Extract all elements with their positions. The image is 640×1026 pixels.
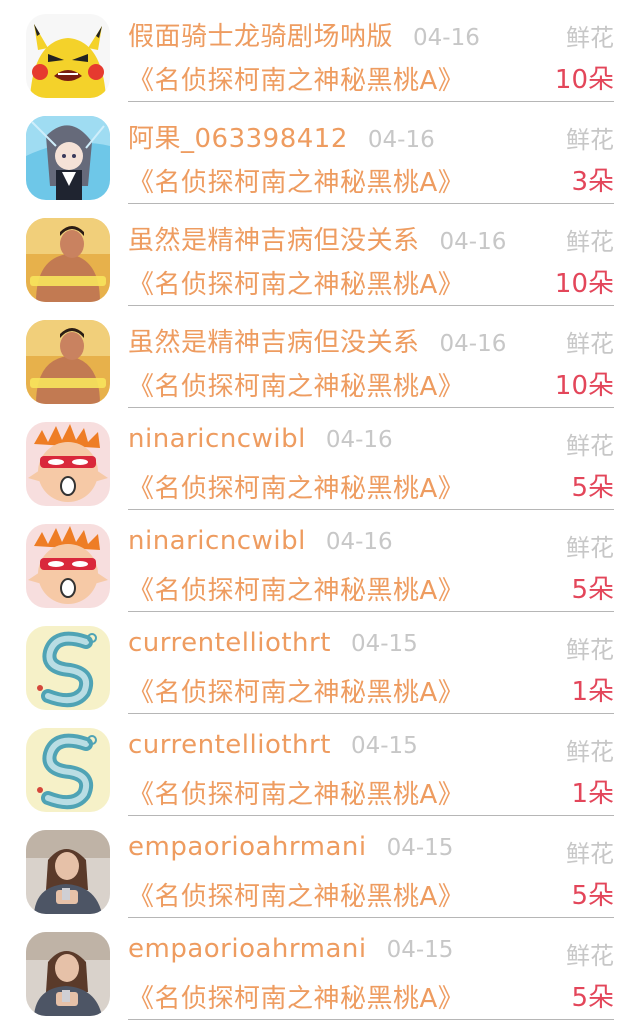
gift-type-label: 鲜花 — [566, 330, 614, 358]
work-title[interactable]: 《名侦探柯南之神秘黑桃A》 — [128, 774, 464, 811]
gift-date: 04-15 — [350, 631, 418, 657]
user-line: 虽然是精神吉病但没关系 04-16 — [128, 322, 506, 362]
woman-photo-avatar-icon[interactable] — [26, 830, 110, 914]
user-line: 虽然是精神吉病但没关系 04-16 — [128, 220, 506, 260]
row-divider — [128, 1019, 614, 1020]
user-name[interactable]: 阿果_063398412 — [128, 118, 348, 155]
user-name[interactable]: ninaricncwibl — [128, 526, 306, 556]
gift-date: 04-15 — [386, 835, 454, 861]
pikachu-avatar-icon[interactable] — [26, 14, 110, 98]
gift-date: 04-15 — [386, 937, 454, 963]
user-name[interactable]: currentelliothrt — [128, 628, 331, 658]
letter-s-avatar-icon[interactable] — [26, 626, 110, 710]
work-title[interactable]: 《名侦探柯南之神秘黑桃A》 — [128, 876, 464, 913]
gift-date: 04-16 — [413, 25, 480, 51]
gift-row[interactable]: 虽然是精神吉病但没关系 04-16 鲜花 《名侦探柯南之神秘黑桃A》 10朵 — [0, 204, 640, 306]
work-title[interactable]: 《名侦探柯南之神秘黑桃A》 — [128, 162, 464, 199]
gift-date: 04-15 — [350, 733, 418, 759]
work-title[interactable]: 《名侦探柯南之神秘黑桃A》 — [128, 366, 464, 403]
man-photo-avatar-icon[interactable] — [26, 320, 110, 404]
cartoon-face-avatar-icon[interactable] — [26, 422, 110, 506]
gift-count: 5朵 — [571, 473, 614, 503]
gift-date: 04-16 — [439, 229, 507, 255]
user-name[interactable]: 虽然是精神吉病但没关系 — [128, 322, 420, 359]
gift-row[interactable]: ninaricncwibl 04-16 鲜花 《名侦探柯南之神秘黑桃A》 5朵 — [0, 510, 640, 612]
gift-count: 10朵 — [554, 371, 614, 401]
gift-date: 04-16 — [439, 331, 507, 357]
work-title[interactable]: 《名侦探柯南之神秘黑桃A》 — [128, 978, 464, 1015]
work-title[interactable]: 《名侦探柯南之神秘黑桃A》 — [128, 60, 464, 97]
user-line: ninaricncwibl 04-16 — [128, 526, 393, 566]
woman-photo-avatar-icon[interactable] — [26, 932, 110, 1016]
gift-date: 04-16 — [325, 427, 393, 453]
gift-type-label: 鲜花 — [566, 636, 614, 664]
gift-row[interactable]: empaorioahrmani 04-15 鲜花 《名侦探柯南之神秘黑桃A》 5… — [0, 918, 640, 1020]
user-name[interactable]: currentelliothrt — [128, 730, 331, 760]
letter-s-avatar-icon[interactable] — [26, 728, 110, 812]
man-photo-avatar-icon[interactable] — [26, 218, 110, 302]
work-title[interactable]: 《名侦探柯南之神秘黑桃A》 — [128, 468, 464, 505]
gift-row[interactable]: empaorioahrmani 04-15 鲜花 《名侦探柯南之神秘黑桃A》 5… — [0, 816, 640, 918]
user-name[interactable]: 假面骑士龙骑剧场呐版 — [128, 16, 393, 53]
gift-count: 1朵 — [571, 677, 614, 707]
user-line: empaorioahrmani 04-15 — [128, 934, 453, 974]
gift-count: 1朵 — [571, 779, 614, 809]
gift-type-label: 鲜花 — [566, 126, 614, 154]
user-line: currentelliothrt 04-15 — [128, 628, 418, 668]
gift-row[interactable]: 虽然是精神吉病但没关系 04-16 鲜花 《名侦探柯南之神秘黑桃A》 10朵 — [0, 306, 640, 408]
user-name[interactable]: empaorioahrmani — [128, 934, 367, 964]
work-title[interactable]: 《名侦探柯南之神秘黑桃A》 — [128, 570, 464, 607]
flower-gift-list: 假面骑士龙骑剧场呐版 04-16 鲜花 《名侦探柯南之神秘黑桃A》 10朵 阿果… — [0, 0, 640, 1026]
user-line: ninaricncwibl 04-16 — [128, 424, 393, 464]
gift-type-label: 鲜花 — [566, 432, 614, 460]
anime-girl-avatar-icon[interactable] — [26, 116, 110, 200]
work-title[interactable]: 《名侦探柯南之神秘黑桃A》 — [128, 672, 464, 709]
gift-count: 5朵 — [571, 881, 614, 911]
gift-type-label: 鲜花 — [566, 840, 614, 868]
user-name[interactable]: empaorioahrmani — [128, 832, 367, 862]
gift-date: 04-16 — [367, 127, 435, 153]
gift-row[interactable]: 阿果_063398412 04-16 鲜花 《名侦探柯南之神秘黑桃A》 3朵 — [0, 102, 640, 204]
user-line: empaorioahrmani 04-15 — [128, 832, 453, 872]
gift-date: 04-16 — [325, 529, 393, 555]
gift-row[interactable]: currentelliothrt 04-15 鲜花 《名侦探柯南之神秘黑桃A》 … — [0, 612, 640, 714]
gift-count: 10朵 — [554, 269, 614, 299]
work-title[interactable]: 《名侦探柯南之神秘黑桃A》 — [128, 264, 464, 301]
user-line: currentelliothrt 04-15 — [128, 730, 418, 770]
gift-type-label: 鲜花 — [566, 24, 614, 52]
cartoon-face-avatar-icon[interactable] — [26, 524, 110, 608]
gift-type-label: 鲜花 — [566, 228, 614, 256]
gift-type-label: 鲜花 — [566, 738, 614, 766]
gift-row[interactable]: ninaricncwibl 04-16 鲜花 《名侦探柯南之神秘黑桃A》 5朵 — [0, 408, 640, 510]
user-name[interactable]: 虽然是精神吉病但没关系 — [128, 220, 420, 257]
gift-type-label: 鲜花 — [566, 534, 614, 562]
gift-row[interactable]: 假面骑士龙骑剧场呐版 04-16 鲜花 《名侦探柯南之神秘黑桃A》 10朵 — [0, 0, 640, 102]
gift-count: 3朵 — [571, 167, 614, 197]
gift-type-label: 鲜花 — [566, 942, 614, 970]
gift-count: 5朵 — [571, 983, 614, 1013]
user-line: 假面骑士龙骑剧场呐版 04-16 — [128, 16, 480, 56]
gift-count: 10朵 — [554, 65, 614, 95]
user-line: 阿果_063398412 04-16 — [128, 118, 435, 158]
gift-count: 5朵 — [571, 575, 614, 605]
user-name[interactable]: ninaricncwibl — [128, 424, 306, 454]
gift-row[interactable]: currentelliothrt 04-15 鲜花 《名侦探柯南之神秘黑桃A》 … — [0, 714, 640, 816]
